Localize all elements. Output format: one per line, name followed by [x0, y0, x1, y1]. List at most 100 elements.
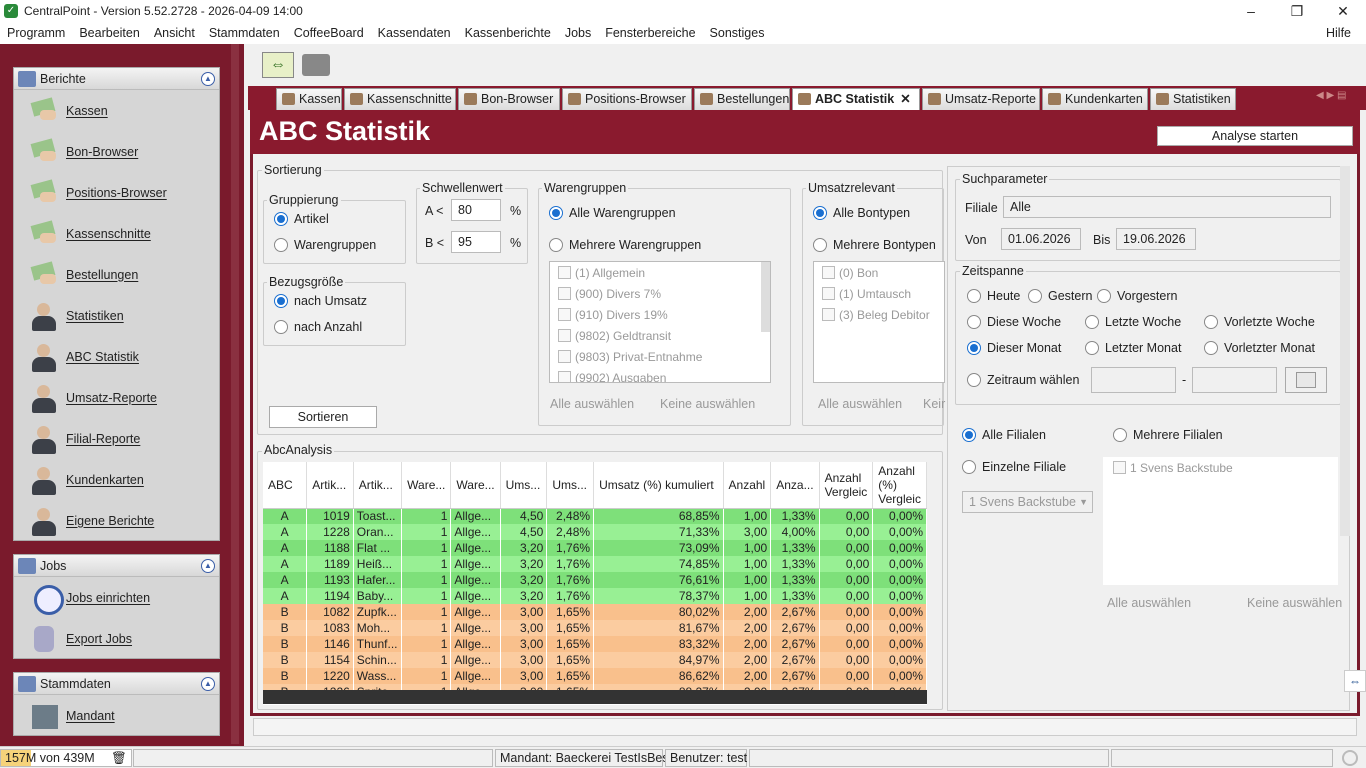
radio-dieser-monat[interactable]: Dieser Monat [967, 341, 1061, 355]
radio-zeitraum-waehlen[interactable]: Zeitraum wählen [967, 373, 1079, 387]
menu-sonstiges[interactable]: Sonstiges [710, 26, 765, 40]
menu-kassenberichte[interactable]: Kassenberichte [465, 26, 551, 40]
list-item[interactable]: (900) Divers 7% [550, 283, 770, 304]
warengruppen-select-none[interactable]: Keine auswählen [660, 397, 755, 411]
sidebar-item-eigene-berichte[interactable]: Eigene Berichte [14, 500, 219, 541]
list-item[interactable]: (910) Divers 19% [550, 304, 770, 325]
b-threshold-input[interactable]: 95 [451, 231, 501, 253]
table-row[interactable]: B 1146 Thunf... 1 Allge... 3,00 1,65% 83,32% 2,0… [263, 636, 927, 652]
zeitraum-from-field[interactable] [1091, 367, 1176, 393]
tab-abc-statistik[interactable]: ABC Statistik ✕ [792, 88, 920, 110]
column-header[interactable]: Ums... [500, 462, 548, 509]
table-row[interactable]: A 1019 Toast... 1 Allge... 4,50 2,48% 68,85% 1,0… [263, 508, 927, 524]
radio-letzter-monat[interactable]: Letzter Monat [1085, 341, 1181, 355]
sidebar-item-bestellungen[interactable]: Bestellungen [14, 254, 219, 295]
list-item[interactable]: (9802) Geldtransit [550, 325, 770, 346]
sidebar-item-kundenkarten[interactable]: Kundenkarten [14, 459, 219, 500]
right-panel-scrollbar[interactable] [1340, 166, 1350, 536]
minimize-button[interactable]: – [1228, 0, 1274, 22]
table-scrollbar[interactable] [927, 462, 936, 612]
radio-mehrere-filialen[interactable]: Mehrere Filialen [1113, 428, 1223, 442]
close-window-button[interactable]: ✕ [1320, 0, 1366, 22]
radio-heute[interactable]: Heute [967, 289, 1020, 303]
radio-alle-warengruppen[interactable]: Alle Warengruppen [549, 206, 676, 220]
group-stammdaten-header[interactable]: Stammdaten ▲ [14, 673, 219, 695]
radio-letzte-woche[interactable]: Letzte Woche [1085, 315, 1181, 329]
sidebar-item-kassen[interactable]: Kassen [14, 90, 219, 131]
column-header[interactable]: ABC [263, 462, 308, 509]
radio-diese-woche[interactable]: Diese Woche [967, 315, 1061, 329]
table-row[interactable]: A 1194 Baby... 1 Allge... 3,20 1,76% 78,37% 1,00… [263, 588, 927, 604]
radio-mehrere-bontypen[interactable]: Mehrere Bontypen [813, 238, 936, 252]
list-item[interactable]: (1) Allgemein [550, 262, 770, 283]
column-header[interactable]: Artik... [353, 462, 403, 509]
table-row[interactable]: B 1220 Wass... 1 Allge... 3,00 1,65% 86,62% 2,00… [263, 668, 927, 684]
a-threshold-input[interactable]: 80 [451, 199, 501, 221]
radio-vorletzte-woche[interactable]: Vorletzte Woche [1204, 315, 1315, 329]
print-button[interactable] [302, 52, 334, 78]
menu-jobs[interactable]: Jobs [565, 26, 591, 40]
list-scrollbar[interactable] [761, 262, 770, 332]
tab-statistiken[interactable]: Statistiken [1150, 88, 1236, 110]
filiale-field[interactable]: Alle [1003, 196, 1331, 218]
radio-mehrere-warengruppen[interactable]: Mehrere Warengruppen [549, 238, 701, 252]
list-item[interactable]: (3) Beleg Debitor [814, 304, 944, 325]
tab-bestellungen[interactable]: Bestellungen [694, 88, 790, 110]
sidebar-item-mandant[interactable]: Mandant [14, 695, 219, 736]
column-header[interactable]: Anzahl (%) Vergleic [872, 462, 927, 509]
menu-coffeeboard[interactable]: CoffeeBoard [294, 26, 364, 40]
filialen-select-all[interactable]: Alle auswählen [1107, 596, 1191, 610]
tab-kassen[interactable]: Kassen [276, 88, 342, 110]
menu-kassendaten[interactable]: Kassendaten [378, 26, 451, 40]
analyse-starten-button[interactable]: Analyse starten [1157, 126, 1353, 146]
radio-einzelne-filiale[interactable]: Einzelne Filiale [962, 460, 1066, 474]
bontypen-select-all[interactable]: Alle auswählen [818, 397, 902, 411]
tab-umsatz-reporte[interactable]: Umsatz-Reporte [922, 88, 1040, 110]
sidebar-item-umsatz-reporte[interactable]: Umsatz-Reporte [14, 377, 219, 418]
warengruppen-select-all[interactable]: Alle auswählen [550, 397, 634, 411]
calendar-button[interactable] [1285, 367, 1327, 393]
tab-scroll-icon[interactable]: ◀ ▶ ▤ [1316, 90, 1346, 101]
radio-vorgestern[interactable]: Vorgestern [1097, 289, 1177, 303]
bis-date-field[interactable]: 19.06.2026 [1116, 228, 1196, 250]
tab-kundenkarten[interactable]: Kundenkarten [1042, 88, 1148, 110]
sidebar-item-kassenschnitte[interactable]: Kassenschnitte [14, 213, 219, 254]
collapse-icon[interactable]: ▲ [201, 558, 215, 573]
list-item[interactable]: (1) Umtausch [814, 283, 944, 304]
radio-vorletzter-monat[interactable]: Vorletzter Monat [1204, 341, 1315, 355]
swap-arrows-button[interactable]: ⇔ [262, 52, 294, 78]
sidebar-item-positions-browser[interactable]: Positions-Browser [14, 172, 219, 213]
column-header[interactable]: Artik... [306, 462, 354, 509]
table-row[interactable]: B 1082 Zupfk... 1 Allge... 3,00 1,65% 80,02% 2,0… [263, 604, 927, 620]
list-item[interactable]: 1 Svens Backstube [1103, 457, 1338, 478]
column-header[interactable]: Ware... [450, 462, 501, 509]
list-item[interactable]: (0) Bon [814, 262, 944, 283]
menu-fensterbereiche[interactable]: Fensterbereiche [605, 26, 695, 40]
collapse-icon[interactable]: ▲ [201, 676, 215, 691]
table-row[interactable]: A 1189 Heiß... 1 Allge... 3,20 1,76% 74,85% 1,00… [263, 556, 927, 572]
group-berichte-header[interactable]: Berichte ▲ [14, 68, 219, 90]
list-item[interactable]: (9902) Ausgaben [550, 367, 770, 382]
column-header[interactable]: Anza... [770, 462, 820, 509]
restore-button[interactable]: ❐ [1274, 0, 1320, 22]
column-header[interactable]: Anzahl Vergleic [819, 462, 874, 509]
radio-nach-umsatz[interactable]: nach Umsatz [274, 294, 367, 308]
column-header[interactable]: Ware... [401, 462, 452, 509]
group-jobs-header[interactable]: Jobs ▲ [14, 555, 219, 577]
bontypen-select-none[interactable]: Keir [923, 397, 945, 411]
column-header[interactable]: Ums... [546, 462, 595, 509]
menu-programm[interactable]: Programm [7, 26, 65, 40]
zeitraum-to-field[interactable] [1192, 367, 1277, 393]
menu-ansicht[interactable]: Ansicht [154, 26, 195, 40]
trash-icon[interactable]: 🗑 [111, 750, 127, 766]
table-row[interactable]: B 1083 Moh... 1 Allge... 3,00 1,65% 81,67% 2,00 2… [263, 620, 927, 636]
sidebar-item-statistiken[interactable]: Statistiken [14, 295, 219, 336]
radio-nach-anzahl[interactable]: nach Anzahl [274, 320, 362, 334]
tab-bon-browser[interactable]: Bon-Browser [458, 88, 560, 110]
collapse-icon[interactable]: ▲ [201, 71, 215, 86]
sidebar-scrollbar[interactable] [231, 44, 239, 744]
tab-kassenschnitte[interactable]: Kassenschnitte [344, 88, 456, 110]
tab-positions-browser[interactable]: Positions-Browser [562, 88, 692, 110]
sidebar-item-bon-browser[interactable]: Bon-Browser [14, 131, 219, 172]
radio-alle-bontypen[interactable]: Alle Bontypen [813, 206, 910, 220]
